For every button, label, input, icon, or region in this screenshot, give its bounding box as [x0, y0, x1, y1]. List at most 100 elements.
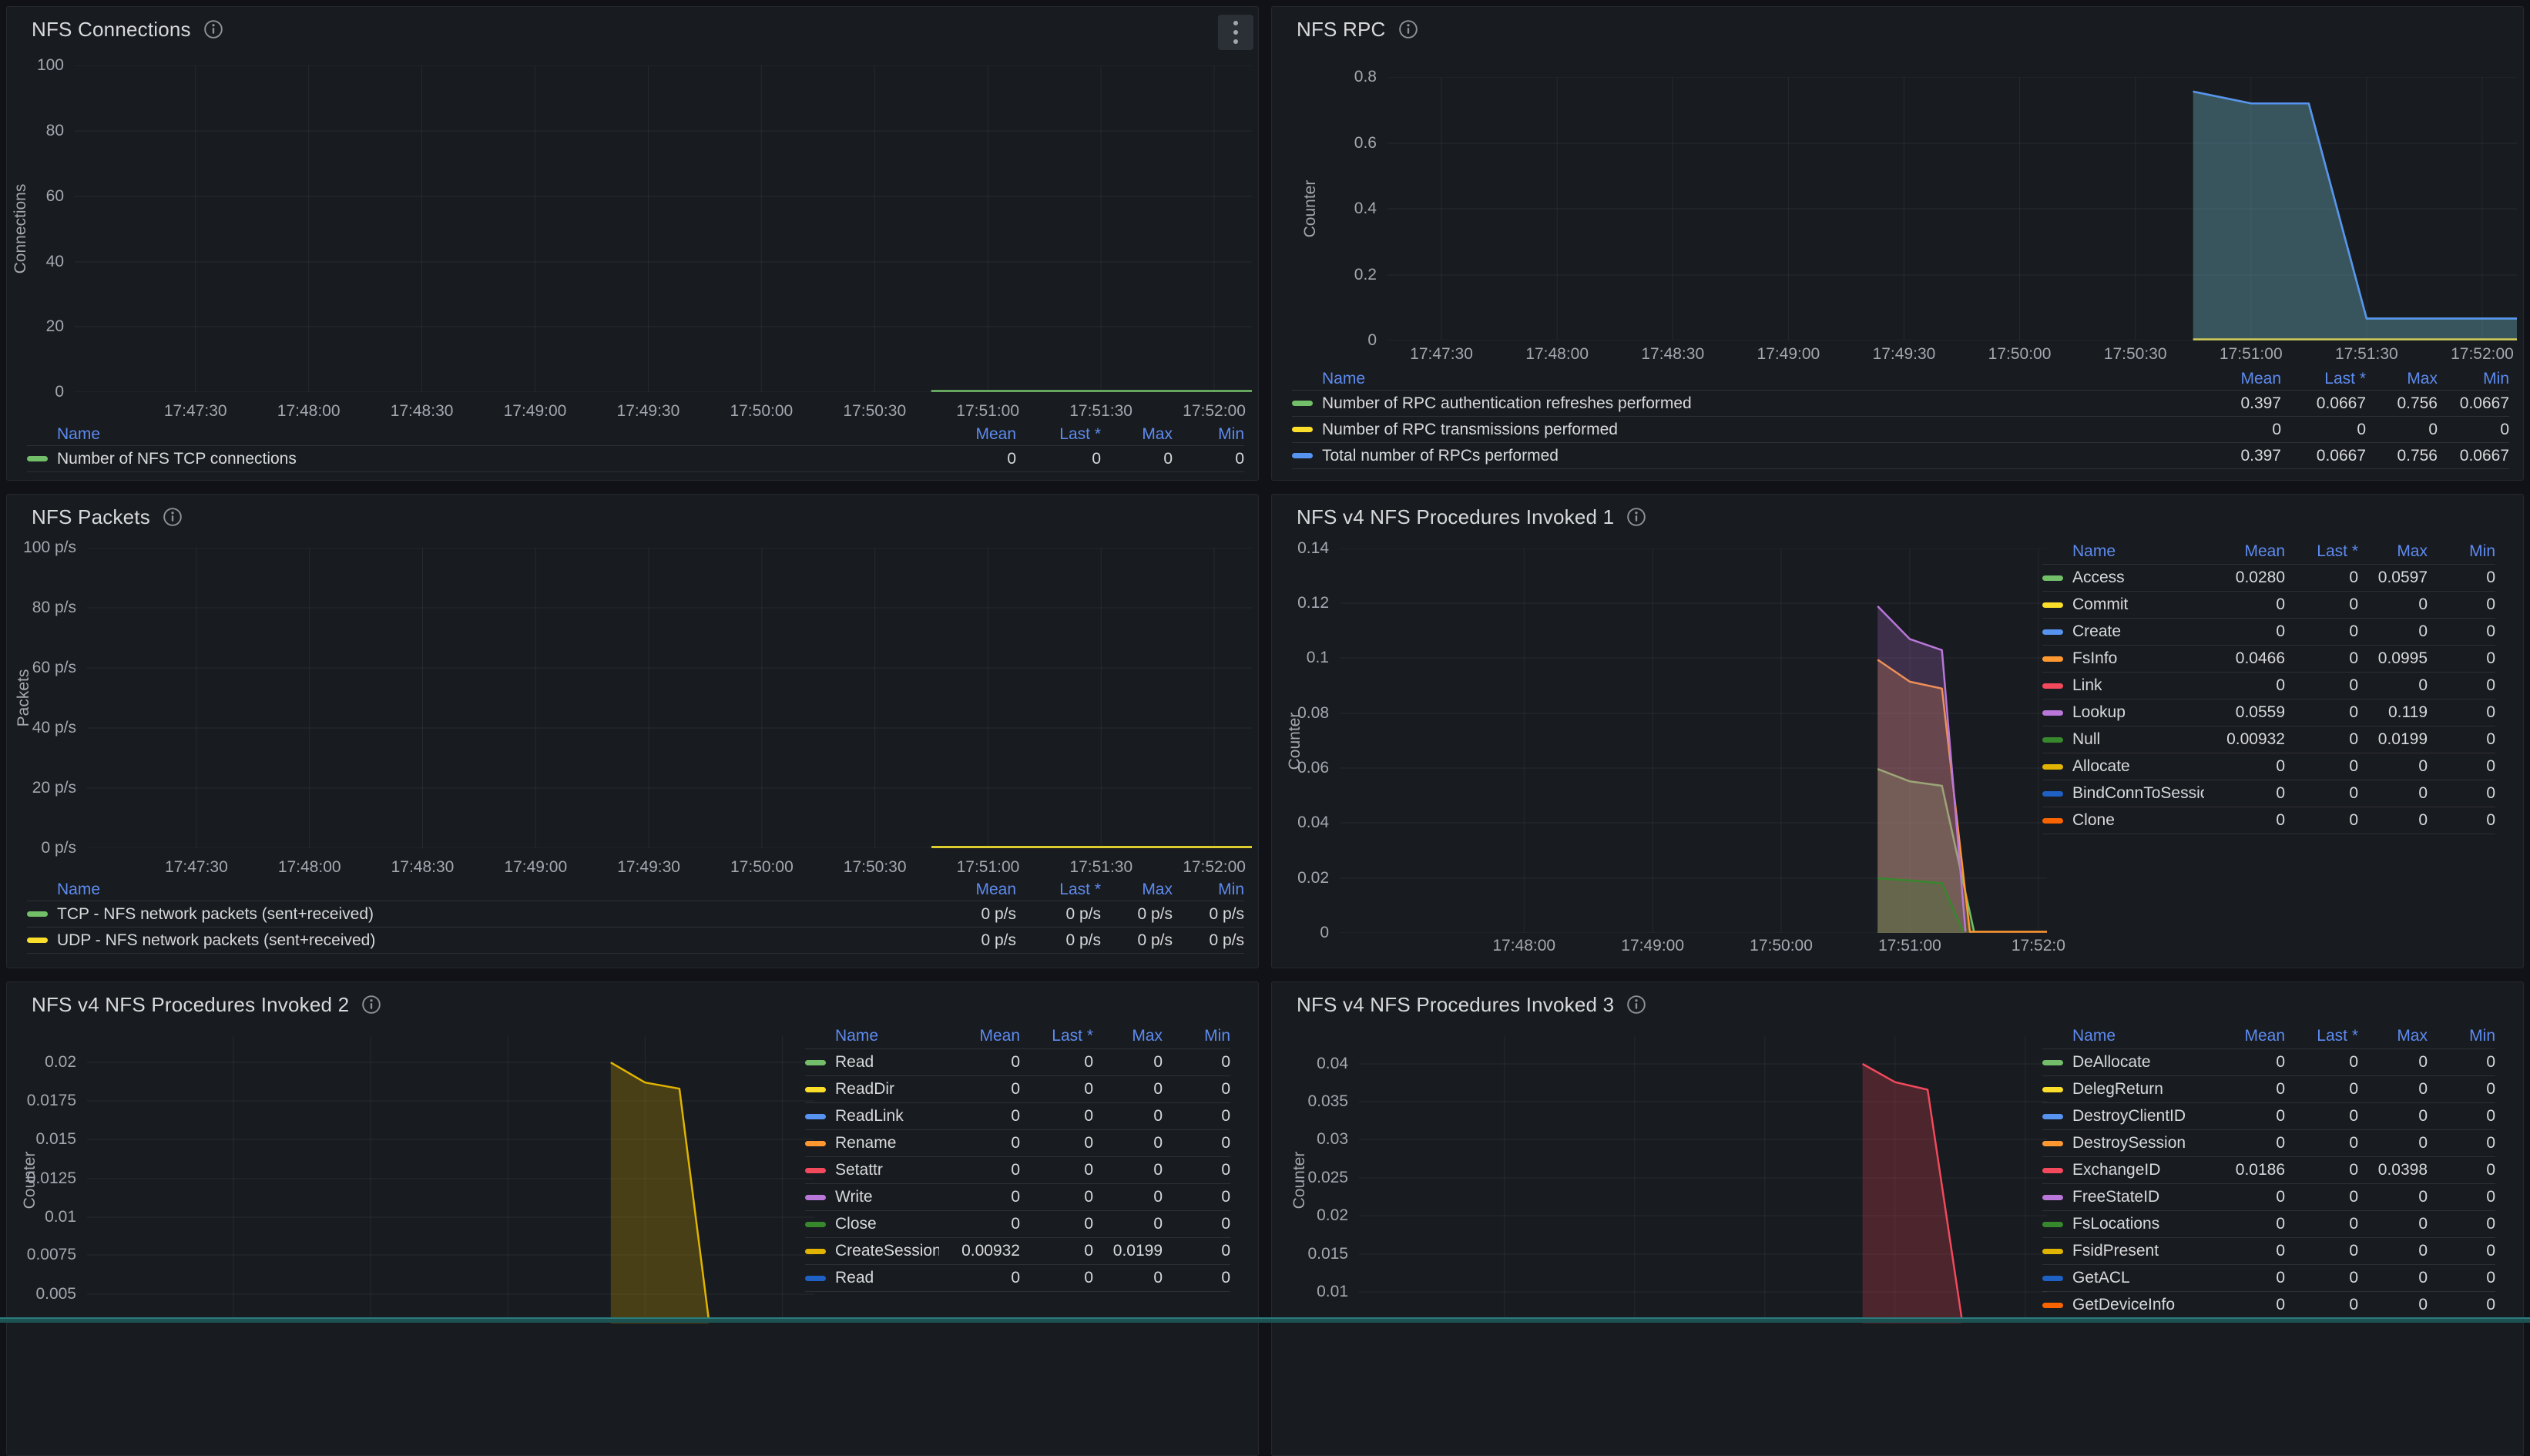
- time-series-plot[interactable]: [1359, 1036, 2047, 1323]
- legend-header-name[interactable]: Name: [2042, 542, 2204, 561]
- legend-header-mean[interactable]: Mean: [901, 425, 1016, 444]
- legend-value-cell: 0: [2285, 1134, 2358, 1152]
- time-series-plot[interactable]: [87, 1036, 814, 1323]
- legend-header-min[interactable]: Min: [1163, 1027, 1230, 1045]
- y-tick-label: 0.14: [1272, 539, 1329, 558]
- legend-header-mean[interactable]: Mean: [2204, 542, 2285, 561]
- legend-header-last[interactable]: Last *: [1020, 1027, 1093, 1045]
- legend-row[interactable]: UDP - NFS network packets (sent+received…: [27, 928, 1244, 954]
- info-icon[interactable]: [1626, 995, 1646, 1015]
- legend-row[interactable]: FsLocations0000: [2042, 1211, 2495, 1238]
- legend-header-name[interactable]: Name: [2042, 1027, 2204, 1045]
- panel-title[interactable]: NFS v4 NFS Procedures Invoked 3: [1297, 993, 1614, 1017]
- time-series-plot[interactable]: [75, 65, 1252, 392]
- legend-value-cell: 0: [2285, 1188, 2358, 1206]
- time-series-plot[interactable]: [1340, 549, 2047, 933]
- legend-row[interactable]: GetACL0000: [2042, 1265, 2495, 1292]
- series-color-swatch: [1292, 427, 1313, 432]
- legend-header-last[interactable]: Last *: [1016, 425, 1101, 444]
- legend-row[interactable]: Setattr0000: [805, 1157, 1230, 1184]
- legend-row[interactable]: Read0000: [805, 1049, 1230, 1076]
- legend-header-mean[interactable]: Mean: [939, 1027, 1020, 1045]
- legend-name-cell: DeAllocate: [2042, 1053, 2204, 1072]
- legend-row[interactable]: ReadDir0000: [805, 1076, 1230, 1103]
- info-icon[interactable]: [203, 19, 223, 39]
- legend-name-cell: Setattr: [805, 1161, 939, 1179]
- legend-header-min[interactable]: Min: [2428, 1027, 2495, 1045]
- legend-header-max[interactable]: Max: [2366, 370, 2438, 388]
- legend-row[interactable]: Close0000: [805, 1211, 1230, 1238]
- legend-header-name[interactable]: Name: [805, 1027, 939, 1045]
- legend-row[interactable]: ReadLink0000: [805, 1103, 1230, 1130]
- legend-row[interactable]: DelegReturn0000: [2042, 1076, 2495, 1103]
- y-axis-title: Counter: [21, 1151, 39, 1209]
- info-icon[interactable]: [163, 507, 183, 527]
- legend-row[interactable]: Access0.028000.05970: [2042, 565, 2495, 592]
- legend-row[interactable]: FreeStateID0000: [2042, 1184, 2495, 1211]
- legend-row[interactable]: ExchangeID0.018600.03980: [2042, 1157, 2495, 1184]
- panel-menu-kebab-icon[interactable]: [1218, 15, 1253, 50]
- legend-row[interactable]: DestroyClientID0000: [2042, 1103, 2495, 1130]
- legend-row[interactable]: Allocate0000: [2042, 753, 2495, 780]
- legend-row[interactable]: Link0000: [2042, 673, 2495, 699]
- time-series-plot[interactable]: [1387, 77, 2517, 341]
- series-name-label: DestroySession: [2072, 1134, 2186, 1152]
- legend-header-last[interactable]: Last *: [2281, 370, 2366, 388]
- legend-name-cell: DestroyClientID: [2042, 1107, 2204, 1126]
- panel-title[interactable]: NFS v4 NFS Procedures Invoked 2: [32, 993, 349, 1017]
- legend-row[interactable]: Lookup0.055900.1190: [2042, 699, 2495, 726]
- legend-row[interactable]: Read0000: [805, 1265, 1230, 1292]
- legend-value-cell: 0: [939, 1134, 1020, 1152]
- legend-header-max[interactable]: Max: [1101, 881, 1173, 899]
- legend-row[interactable]: Commit0000: [2042, 592, 2495, 619]
- legend-header-mean[interactable]: Mean: [901, 881, 1016, 899]
- legend-value-cell: 0: [2358, 1215, 2428, 1233]
- legend-name-cell: Total number of RPCs performed: [1292, 447, 2166, 465]
- panel-title[interactable]: NFS Connections: [32, 18, 191, 42]
- legend-header-mean[interactable]: Mean: [2166, 370, 2281, 388]
- info-icon[interactable]: [1626, 507, 1646, 527]
- legend-row[interactable]: TCP - NFS network packets (sent+received…: [27, 901, 1244, 928]
- legend-row[interactable]: Number of RPC transmissions performed000…: [1292, 417, 2509, 443]
- legend-header-max[interactable]: Max: [1101, 425, 1173, 444]
- legend-value-cell: 0: [2285, 1215, 2358, 1233]
- legend-header-max[interactable]: Max: [1093, 1027, 1163, 1045]
- legend-row[interactable]: Write0000: [805, 1184, 1230, 1211]
- info-icon[interactable]: [1398, 19, 1418, 39]
- legend-header-min[interactable]: Min: [1173, 881, 1244, 899]
- legend-row[interactable]: Null0.0093200.01990: [2042, 726, 2495, 753]
- panel-title[interactable]: NFS Packets: [32, 505, 150, 529]
- time-series-plot[interactable]: [87, 548, 1252, 848]
- legend-row[interactable]: Create0000: [2042, 619, 2495, 646]
- panel-title[interactable]: NFS v4 NFS Procedures Invoked 1: [1297, 505, 1614, 529]
- legend-header-last[interactable]: Last *: [2285, 542, 2358, 561]
- legend-row[interactable]: BindConnToSession0000: [2042, 780, 2495, 807]
- legend-header-name[interactable]: Name: [1292, 370, 2166, 388]
- legend-row[interactable]: Clone0000: [2042, 807, 2495, 834]
- legend-header-name[interactable]: Name: [27, 881, 901, 899]
- legend-row[interactable]: Rename0000: [805, 1130, 1230, 1157]
- legend-header-min[interactable]: Min: [1173, 425, 1244, 444]
- legend-header-name[interactable]: Name: [27, 425, 901, 444]
- legend-header-last[interactable]: Last *: [1016, 881, 1101, 899]
- legend-header-max[interactable]: Max: [2358, 542, 2428, 561]
- legend-row[interactable]: FsInfo0.046600.09950: [2042, 646, 2495, 673]
- legend-row[interactable]: GetDeviceInfo0000: [2042, 1292, 2495, 1319]
- panel-title[interactable]: NFS RPC: [1297, 18, 1386, 42]
- legend-header-max[interactable]: Max: [2358, 1027, 2428, 1045]
- legend-name-cell: Write: [805, 1188, 939, 1206]
- legend-row[interactable]: FsidPresent0000: [2042, 1238, 2495, 1265]
- info-icon[interactable]: [361, 995, 381, 1015]
- legend-header-min[interactable]: Min: [2428, 542, 2495, 561]
- legend-row[interactable]: DeAllocate0000: [2042, 1049, 2495, 1076]
- legend-row[interactable]: CreateSession0.0093200.01990: [805, 1238, 1230, 1265]
- legend-header-mean[interactable]: Mean: [2204, 1027, 2285, 1045]
- series-name-label: Allocate: [2072, 757, 2130, 776]
- legend-header-last[interactable]: Last *: [2285, 1027, 2358, 1045]
- legend-row[interactable]: Number of RPC authentication refreshes p…: [1292, 391, 2509, 417]
- legend-row[interactable]: Number of NFS TCP connections0000: [27, 446, 1244, 472]
- legend-row[interactable]: Total number of RPCs performed0.3970.066…: [1292, 443, 2509, 469]
- legend-header-min[interactable]: Min: [2438, 370, 2509, 388]
- legend-row[interactable]: DestroySession0000: [2042, 1130, 2495, 1157]
- legend-value-cell: 0.0559: [2204, 703, 2285, 722]
